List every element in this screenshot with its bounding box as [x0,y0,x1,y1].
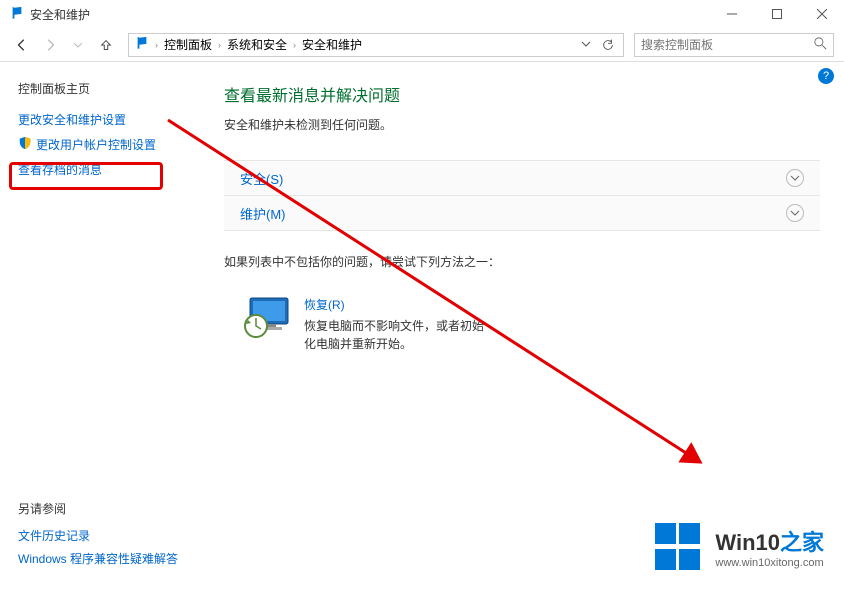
sidebar-link-uac[interactable]: 更改用户帐户控制设置 [18,136,188,153]
back-button[interactable] [10,33,34,57]
page-subtitle: 安全和维护未检测到任何问题。 [224,116,820,133]
flag-icon [135,36,149,53]
window-title: 安全和维护 [30,6,90,23]
main-content: ? 查看最新消息并解决问题 安全和维护未检测到任何问题。 安全(S) 维护(M)… [200,62,844,591]
minimize-button[interactable] [709,0,754,28]
navbar: › 控制面板 › 系统和安全 › 安全和维护 [0,28,844,62]
sidebar-link-archive[interactable]: 查看存档的消息 [18,161,188,178]
chevron-down-icon [786,169,804,187]
maximize-button[interactable] [754,0,799,28]
recovery-icon [244,296,288,336]
watermark-brand-b: 之家 [780,530,824,555]
footer-link-compat[interactable]: Windows 程序兼容性疑难解答 [18,550,178,567]
page-heading: 查看最新消息并解决问题 [224,82,820,106]
see-also-title: 另请参阅 [18,500,178,517]
search-box[interactable] [634,33,834,57]
search-icon[interactable] [814,37,827,53]
help-icon[interactable]: ? [818,68,834,84]
breadcrumb-item[interactable]: 安全和维护 [302,36,362,53]
breadcrumb-sep: › [155,40,158,50]
section-maintenance-label: 维护(M) [240,204,786,223]
section-security-label: 安全(S) [240,169,786,188]
chevron-down-icon [786,204,804,222]
breadcrumb[interactable]: › 控制面板 › 系统和安全 › 安全和维护 [128,33,624,57]
sidebar-link-uac-label: 更改用户帐户控制设置 [36,136,156,153]
footer-link-file-history[interactable]: 文件历史记录 [18,527,178,544]
window-controls [709,0,844,28]
recovery-title[interactable]: 恢复(R) [304,296,484,313]
recovery-block: 恢复(R) 恢复电脑而不影响文件，或者初始化电脑并重新开始。 [244,296,820,353]
breadcrumb-item[interactable]: 系统和安全 [227,36,287,53]
flag-icon [10,6,24,23]
see-also: 另请参阅 文件历史记录 Windows 程序兼容性疑难解答 [18,500,178,573]
titlebar: 安全和维护 [0,0,844,28]
close-button[interactable] [799,0,844,28]
watermark-url: www.win10xitong.com [715,557,824,569]
forward-button[interactable] [38,33,62,57]
breadcrumb-dropdown-icon[interactable] [581,38,591,52]
section-maintenance[interactable]: 维护(M) [224,195,820,231]
recent-dropdown[interactable] [66,33,90,57]
search-input[interactable] [641,38,814,52]
shield-icon [18,136,32,153]
section-security[interactable]: 安全(S) [224,160,820,196]
windows-logo-icon [655,523,703,571]
hint-text: 如果列表中不包括你的问题，请尝试下列方法之一： [224,253,820,270]
sidebar-link-change-settings[interactable]: 更改安全和维护设置 [18,111,188,128]
watermark: Win10之家 www.win10xitong.com [655,523,824,571]
breadcrumb-item[interactable]: 控制面板 [164,36,212,53]
breadcrumb-sep: › [218,40,221,50]
refresh-button[interactable] [597,34,619,56]
sidebar-home[interactable]: 控制面板主页 [18,80,188,97]
up-button[interactable] [94,33,118,57]
recovery-desc: 恢复电脑而不影响文件，或者初始化电脑并重新开始。 [304,317,484,353]
watermark-brand-a: Win10 [715,530,780,555]
breadcrumb-sep: › [293,40,296,50]
